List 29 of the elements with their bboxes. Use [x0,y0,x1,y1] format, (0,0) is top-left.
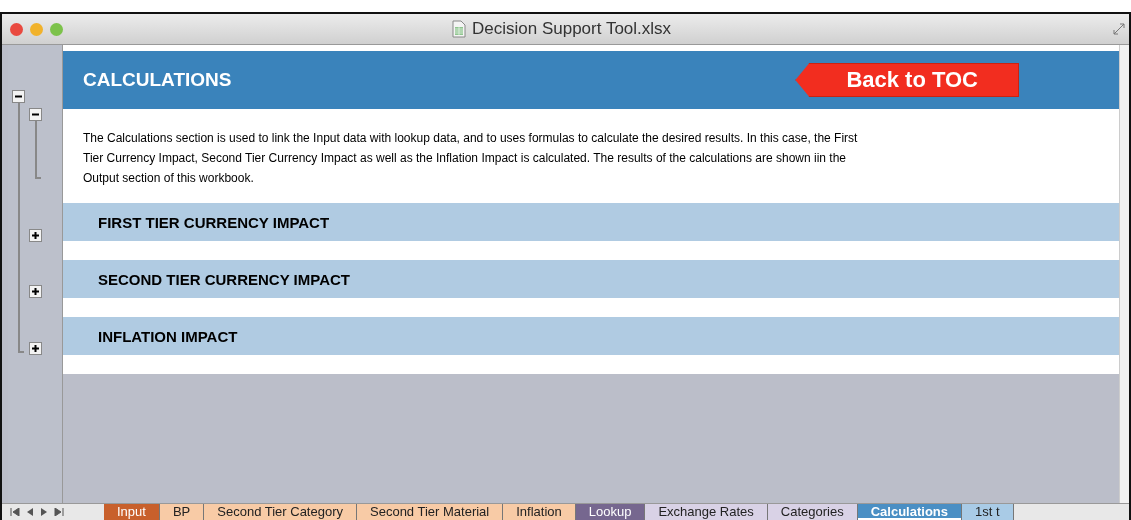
expand-button[interactable] [29,229,42,242]
spreadsheet-file-icon [452,20,466,38]
section-title: CALCULATIONS [83,69,232,91]
description-text: The Calculations section is used to link the Input data with lookup data, and to uses formulas to calculate the desired results. In this case, the First Tier Currency Impact, Second Tier Currency Impact as well as the Inflation Impact is calculated. The results of the calculations are shown iin the Output section of this workbook. [83,130,858,187]
sheet-tab[interactable]: Input [104,504,160,520]
sheet-tab[interactable]: Categories [767,504,858,520]
collapse-button[interactable] [29,108,42,121]
vertical-scrollbar[interactable] [1119,45,1129,503]
next-sheet-icon[interactable] [40,508,48,516]
sheet-tab[interactable]: Second Tier Material [357,504,504,520]
sheet-tab[interactable]: 1st t [962,504,1014,520]
back-to-toc-button[interactable]: Back to TOC [795,63,1019,97]
collapse-button[interactable] [12,90,25,103]
first-sheet-icon[interactable] [10,508,20,516]
previous-sheet-icon[interactable] [26,508,34,516]
sheet-tab[interactable]: Exchange Rates [645,504,768,520]
expand-button[interactable] [29,342,42,355]
window-title: Decision Support Tool.xlsx [472,19,672,39]
close-button[interactable] [10,22,23,36]
sheet-tab[interactable]: Lookup [575,504,646,520]
sheet-tab[interactable]: BP [159,504,205,520]
section-heading: FIRST TIER CURRENCY IMPACT [98,213,330,231]
section-heading: SECOND TIER CURRENCY IMPACT [98,270,350,288]
expand-button[interactable] [29,285,42,298]
last-sheet-icon[interactable] [54,508,64,516]
sheet-tab[interactable]: Second Tier Category [204,504,357,520]
sheet-tab[interactable]: Inflation [503,504,576,520]
resize-icon[interactable] [1113,23,1125,35]
section-heading: INFLATION IMPACT [98,327,238,345]
